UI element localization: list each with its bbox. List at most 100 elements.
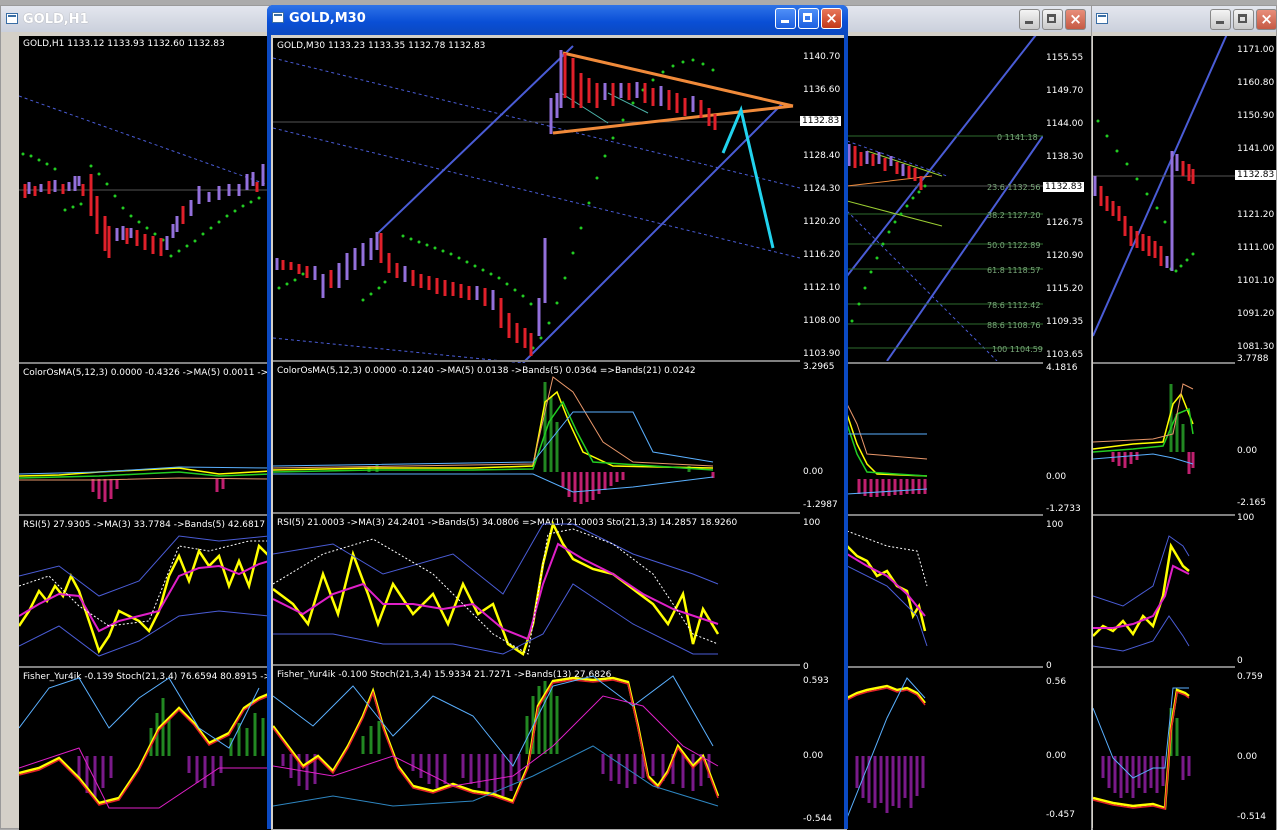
maximize-button[interactable] (1233, 9, 1254, 30)
chart-window-middle: × 0 1141.18 23.6 1132.56 38.2 1127.20 50… (843, 5, 1092, 830)
osma-pane-svg (1093, 383, 1195, 474)
fisher-pane-svg (847, 677, 926, 819)
price-axis: 1140.70 1136.60 1132.83 1128.40 1124.30 … (800, 38, 844, 829)
price-tick: 1112.10 (803, 283, 841, 293)
price-tick: 1111.00 (1237, 243, 1275, 253)
price-tick: 1121.20 (1237, 210, 1275, 220)
chart-window-icon (272, 12, 284, 23)
rsi-pane-svg (273, 520, 720, 656)
price-chart-svg (19, 95, 271, 258)
chart-ohlc-label: GOLD,M30 1133.23 1133.35 1132.78 1132.83 (277, 41, 486, 51)
rsi-tick: 0 (1237, 656, 1243, 666)
osma-tick: 3.7788 (1237, 354, 1269, 364)
price-tick: 1149.70 (1046, 86, 1084, 96)
minimize-button[interactable] (1019, 9, 1040, 30)
price-tick: 1091.20 (1237, 309, 1275, 319)
rsi-tick: 100 (1046, 520, 1064, 530)
close-icon: × (1260, 10, 1273, 28)
fisher-tick: 0.56 (1046, 677, 1067, 687)
chart-canvas[interactable]: GOLD,M30 1133.23 1133.35 1132.78 1132.83 (273, 38, 800, 829)
osma-tick: -1.2733 (1046, 504, 1081, 514)
chart-window-h1: GOLD,H1 GOLD,H1 1133.12 1133.93 1132.60 … (0, 5, 271, 830)
price-tick: 1120.90 (1046, 251, 1084, 261)
fisher-pane-svg (273, 675, 720, 807)
maximize-icon (799, 9, 818, 28)
maximize-icon (1234, 10, 1253, 29)
fib-level: 78.6 1112.42 (987, 301, 1040, 310)
titlebar[interactable]: × (1091, 6, 1277, 32)
chart-window-icon (1096, 13, 1108, 24)
osma-pane-svg (19, 466, 271, 502)
fisher-pane-svg (19, 677, 271, 809)
chart-canvas[interactable] (1093, 36, 1235, 830)
fib-level: 0 1141.18 (997, 133, 1038, 142)
price-tick: 1136.60 (803, 85, 841, 95)
minimize-icon (776, 9, 795, 28)
maximize-button[interactable] (1042, 9, 1063, 30)
price-tick: 1115.20 (1046, 284, 1084, 294)
titlebar[interactable]: GOLD,H1 (1, 6, 269, 32)
fisher-tick: -0.544 (803, 814, 833, 824)
chart-canvas[interactable]: 0 1141.18 23.6 1132.56 38.2 1127.20 50.0… (847, 36, 1043, 830)
price-tick: 1103.65 (1046, 350, 1084, 360)
minimize-button[interactable] (775, 8, 796, 29)
chart-window-m30: GOLD,M30 × GOLD,M30 1133.23 1133.35 1132… (267, 5, 848, 829)
chart-window-icon (6, 13, 18, 24)
rsi-tick: 0 (1046, 661, 1052, 671)
fisher-tick: -0.457 (1046, 810, 1076, 820)
osma-tick: 4.1816 (1046, 363, 1078, 373)
osma-pane-svg (847, 403, 928, 497)
rsi-tick: 100 (803, 518, 821, 528)
price-tick: 1144.00 (1046, 119, 1084, 129)
osma-tick: 0.00 (1237, 446, 1258, 456)
rsi-pane-svg (1093, 535, 1190, 652)
current-price-label: 1132.83 (1043, 182, 1085, 192)
fisher-tick: 0.00 (803, 751, 824, 761)
fisher-tick: 0.00 (1046, 751, 1067, 761)
current-price-label: 1132.83 (800, 116, 842, 126)
price-axis: 1155.55 1149.70 1144.00 1138.30 1132.83 … (1043, 36, 1091, 830)
fibonacci-levels: 0 1141.18 23.6 1132.56 38.2 1127.20 50.0… (987, 133, 1043, 354)
price-tick: 1103.90 (803, 349, 841, 359)
titlebar[interactable]: × (844, 6, 1091, 32)
chart-canvas[interactable]: GOLD,H1 1133.12 1133.93 1132.60 1132.83 … (19, 36, 271, 830)
maximize-icon (1043, 10, 1062, 29)
price-tick: 1128.40 (803, 151, 841, 161)
osma-tick: -2.165 (1237, 498, 1267, 508)
price-tick: 1155.55 (1046, 53, 1084, 63)
chart-window-right: × 1171.00 1160.80 1150.90 1141.00 1132.8… (1090, 5, 1277, 830)
fisher-tick: -0.514 (1237, 812, 1267, 822)
price-tick: 1140.70 (803, 52, 841, 62)
close-button[interactable]: × (1065, 9, 1086, 30)
price-tick: 1138.30 (1046, 152, 1084, 162)
current-price-label: 1132.83 (1235, 170, 1277, 180)
window-title: GOLD,H1 (23, 12, 89, 27)
titlebar[interactable]: GOLD,M30 × (267, 5, 848, 33)
fib-level: 38.2 1127.20 (987, 211, 1040, 220)
price-tick: 1150.90 (1237, 111, 1275, 121)
price-tick: 1141.00 (1237, 144, 1275, 154)
fib-level: 61.8 1118.57 (987, 266, 1040, 275)
price-tick: 1116.20 (803, 250, 841, 260)
fib-level: 50.0 1122.89 (987, 241, 1040, 250)
rsi-tick: 100 (1237, 513, 1255, 523)
price-tick: 1108.00 (803, 316, 841, 326)
fib-level: 88.6 1108.76 (987, 321, 1040, 330)
osma-pane-svg (273, 376, 715, 504)
rsi-pane-svg (19, 535, 270, 657)
price-tick: 1109.35 (1046, 317, 1084, 327)
rsi-pane-svg (847, 530, 928, 647)
maximize-button[interactable] (798, 8, 819, 29)
price-chart-svg: 0 1141.18 23.6 1132.56 38.2 1127.20 50.0… (847, 36, 1043, 362)
osma-tick: -1.2987 (803, 500, 838, 510)
price-tick: 1120.20 (803, 217, 841, 227)
minimize-button[interactable] (1210, 9, 1231, 30)
close-button[interactable]: × (1256, 9, 1277, 30)
price-tick: 1171.00 (1237, 45, 1275, 55)
fisher-tick: 0.593 (803, 676, 829, 686)
close-icon: × (1069, 10, 1082, 28)
close-button[interactable]: × (821, 8, 842, 29)
close-icon: × (825, 9, 838, 27)
price-axis: 1171.00 1160.80 1150.90 1141.00 1132.83 … (1235, 36, 1277, 830)
price-tick: 1101.10 (1237, 276, 1275, 286)
